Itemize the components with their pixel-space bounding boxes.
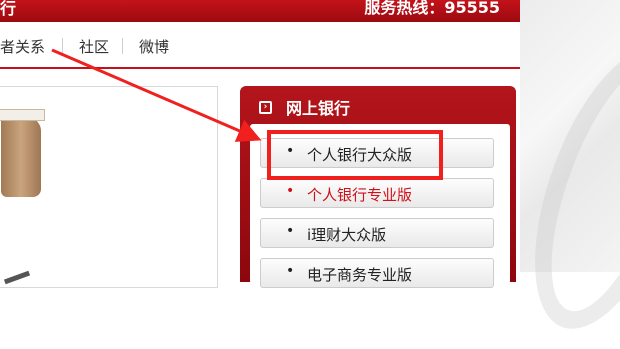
pan-handle (3, 270, 31, 285)
wok-lid-image (7, 287, 89, 288)
arrow-annotation (51, 48, 262, 142)
